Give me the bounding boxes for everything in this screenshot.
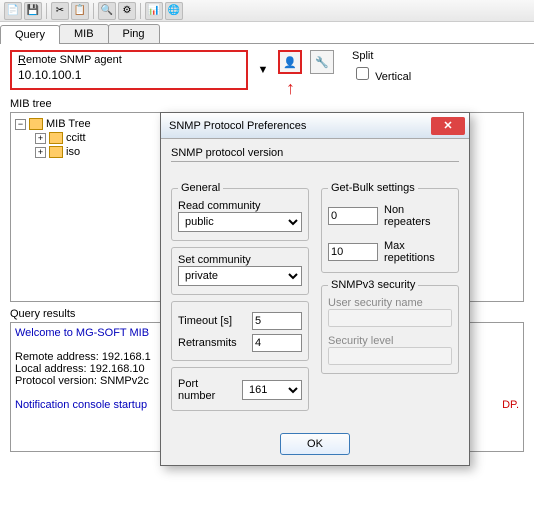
main-tabs: Query MIB Ping xyxy=(0,24,534,44)
contact-agent-button[interactable]: 👤 xyxy=(278,50,302,74)
protocol-version-label: SNMP protocol version xyxy=(171,147,459,162)
expand-icon[interactable]: + xyxy=(35,133,46,144)
set-community-select[interactable]: private xyxy=(178,266,302,286)
user-security-label: User security name xyxy=(328,297,452,309)
vertical-checkbox[interactable] xyxy=(356,67,369,80)
port-select[interactable]: 161 xyxy=(242,380,302,400)
port-label: Port number xyxy=(178,378,236,402)
general-legend: General xyxy=(178,182,223,194)
nonrepeaters-input[interactable] xyxy=(328,207,378,225)
maxrep-label: Max repetitions xyxy=(384,240,452,264)
mib-tree-label: MIB tree xyxy=(10,98,524,110)
getbulk-legend: Get-Bulk settings xyxy=(328,182,418,194)
vertical-checkbox-label[interactable]: Vertical xyxy=(352,71,411,83)
retransmits-label: Retransmits xyxy=(178,337,246,349)
retransmits-input[interactable] xyxy=(252,334,302,352)
agent-dropdown-icon[interactable]: ▼ xyxy=(256,64,270,76)
remote-agent-input[interactable] xyxy=(18,66,240,84)
toolbar-icon[interactable]: 📄 xyxy=(4,2,22,20)
security-level-input xyxy=(328,347,452,365)
toolbar-icon[interactable]: 📊 xyxy=(145,2,163,20)
results-line: DP. xyxy=(502,399,519,411)
snmpv3-legend: SNMPv3 security xyxy=(328,279,418,291)
tree-node-label: MIB Tree xyxy=(46,118,91,130)
toolbar-icon[interactable]: 💾 xyxy=(24,2,42,20)
dialog-title: SNMP Protocol Preferences xyxy=(169,120,306,132)
protocol-prefs-button[interactable]: 🔧 xyxy=(310,50,334,74)
main-toolbar: 📄 💾 ✂ 📋 🔍 ⚙ 📊 🌐 xyxy=(0,0,534,22)
read-community-label: Read community xyxy=(178,200,302,212)
annotation-arrow-icon: ↑ xyxy=(286,78,295,99)
tree-node-label: iso xyxy=(66,146,80,158)
folder-icon xyxy=(29,118,43,130)
folder-icon xyxy=(49,146,63,158)
remote-agent-label: RRemote SNMP agentemote SNMP agent xyxy=(18,54,240,66)
tab-mib[interactable]: MIB xyxy=(59,24,109,43)
general-group: General Read community public xyxy=(171,182,309,241)
split-group: Split Vertical xyxy=(352,50,411,83)
nonrepeaters-label: Non repeaters xyxy=(384,204,452,228)
toolbar-icon[interactable]: 🔍 xyxy=(98,2,116,20)
timeout-input[interactable] xyxy=(252,312,302,330)
snmpv3-group: SNMPv3 security User security name Secur… xyxy=(321,279,459,374)
set-community-group: Set community private xyxy=(171,247,309,295)
toolbar-icon[interactable]: ⚙ xyxy=(118,2,136,20)
port-group: Port number 161 xyxy=(171,367,309,411)
folder-icon xyxy=(49,132,63,144)
split-label: Split xyxy=(352,50,411,62)
results-line: Notification console startup xyxy=(15,399,147,411)
maxrep-input[interactable] xyxy=(328,243,378,261)
snmp-prefs-dialog: SNMP Protocol Preferences ✕ SNMP protoco… xyxy=(160,112,470,466)
toolbar-icon[interactable]: 🌐 xyxy=(165,2,183,20)
user-security-input xyxy=(328,309,452,327)
set-community-label: Set community xyxy=(178,254,302,266)
dialog-titlebar[interactable]: SNMP Protocol Preferences ✕ xyxy=(161,113,469,139)
tab-query[interactable]: Query xyxy=(0,25,60,44)
ok-button[interactable]: OK xyxy=(280,433,350,455)
security-level-label: Security level xyxy=(328,335,452,347)
toolbar-icon[interactable]: 📋 xyxy=(71,2,89,20)
timeout-label: Timeout [s] xyxy=(178,315,246,327)
collapse-icon[interactable]: − xyxy=(15,119,26,130)
getbulk-group: Get-Bulk settings Non repeaters Max repe… xyxy=(321,182,459,273)
close-button[interactable]: ✕ xyxy=(431,117,465,135)
toolbar-icon[interactable]: ✂ xyxy=(51,2,69,20)
remote-agent-group: RRemote SNMP agentemote SNMP agent xyxy=(10,50,248,90)
read-community-select[interactable]: public xyxy=(178,212,302,232)
expand-icon[interactable]: + xyxy=(35,147,46,158)
tab-ping[interactable]: Ping xyxy=(108,24,160,43)
tree-node-label: ccitt xyxy=(66,132,86,144)
timing-group: Timeout [s] Retransmits xyxy=(171,301,309,361)
